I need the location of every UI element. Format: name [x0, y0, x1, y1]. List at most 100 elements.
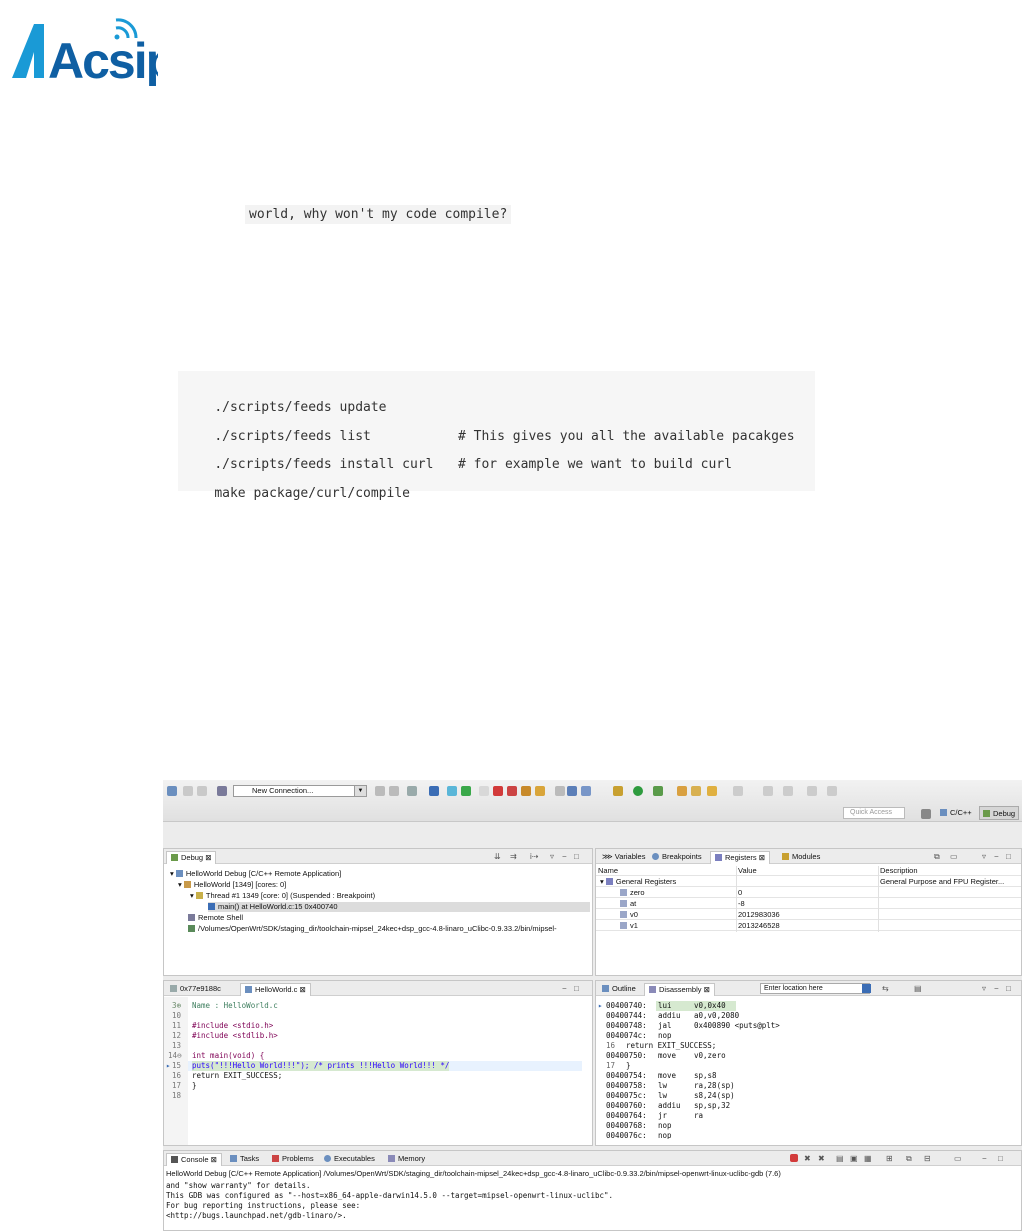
remove-all-icon[interactable]: ✖ [818, 1154, 825, 1163]
disconnect-icon[interactable] [375, 786, 385, 796]
minimize-icon[interactable]: − [562, 852, 567, 861]
code-line[interactable]: #include <stdio.h> [192, 1021, 273, 1031]
maximize-icon[interactable]: □ [998, 1154, 1003, 1163]
tab-memory[interactable]: Memory [384, 1153, 429, 1166]
tree-item[interactable]: ▾ HelloWorld Debug [C/C++ Remote Applica… [170, 869, 341, 879]
step-mode-icon[interactable]: ⇉ [510, 852, 517, 861]
tree-item-selected[interactable]: main() at HelloWorld.c:15 0x400740 [208, 902, 590, 912]
perspective-cc-button[interactable]: C/C++ [937, 806, 975, 820]
scroll-lock-icon[interactable]: ▣ [850, 1154, 858, 1163]
remove-launch-icon[interactable]: ✖ [804, 1154, 811, 1163]
save-all-icon[interactable] [197, 786, 207, 796]
tab-disassembly[interactable]: Disassembly ⊠ [644, 983, 715, 996]
connect-icon[interactable] [389, 786, 399, 796]
code-line[interactable]: } [192, 1081, 197, 1091]
search-icon[interactable] [707, 786, 717, 796]
column-name[interactable]: Name [598, 866, 618, 876]
tree-item[interactable]: /Volumes/OpenWrt/SDK/staging_dir/toolcha… [188, 924, 592, 934]
debug-save-icon[interactable] [429, 786, 439, 796]
new-console-icon[interactable]: ▭ [954, 1154, 962, 1163]
resume-icon[interactable] [461, 786, 471, 796]
disasm-line[interactable]: 00400760: [606, 1101, 647, 1111]
link-with-editor-icon[interactable]: ⇆ [882, 984, 889, 993]
tree-item[interactable]: ▾ HelloWorld [1349] [cores: 0] [178, 880, 286, 890]
disconnect-debug-icon[interactable] [507, 786, 517, 796]
terminal-icon[interactable] [217, 786, 227, 796]
maximize-icon[interactable]: □ [574, 852, 579, 861]
tab-debug[interactable]: Debug ⊠ [166, 851, 217, 864]
location-dropdown-icon[interactable] [862, 984, 871, 993]
tab-modules[interactable]: Modules [778, 851, 824, 864]
save-icon[interactable] [183, 786, 193, 796]
skip-breakpoints-icon[interactable] [447, 786, 457, 796]
tab-registers[interactable]: Registers ⊠ [710, 851, 771, 864]
disasm-line[interactable]: 0040075c: [606, 1091, 647, 1101]
disasm-line[interactable]: 00400750: [606, 1051, 647, 1061]
nav-forward-icon[interactable] [783, 786, 793, 796]
tab-address-file[interactable]: 0x77e9188c [166, 983, 225, 996]
disasm-line[interactable]: 00400748: [606, 1021, 647, 1031]
gear-icon[interactable] [613, 786, 623, 796]
code-line[interactable]: return EXIT_SUCCESS; [192, 1071, 282, 1081]
step-return-icon[interactable] [555, 786, 565, 796]
instruction-step-icon[interactable] [567, 786, 577, 796]
quick-access-input[interactable]: Quick Access [843, 807, 905, 819]
nav-back-icon[interactable] [763, 786, 773, 796]
column-description[interactable]: Description [880, 866, 918, 876]
build-icon[interactable] [407, 786, 417, 796]
table-row[interactable]: v0 2012983036 [596, 910, 1021, 920]
step-over-icon[interactable] [535, 786, 545, 796]
step-into-icon[interactable] [521, 786, 531, 796]
format-icon[interactable]: ▭ [950, 852, 958, 861]
new-icon[interactable] [167, 786, 177, 796]
suspend-icon[interactable] [479, 786, 489, 796]
minimize-icon[interactable]: − [994, 984, 999, 993]
view-menu-icon[interactable]: ▿ [982, 852, 986, 861]
perspective-debug-button[interactable]: Debug [979, 806, 1020, 820]
column-value[interactable]: Value [738, 866, 757, 876]
disasm-line[interactable]: 0040076c: [606, 1131, 647, 1139]
tab-helloworld-c[interactable]: HelloWorld.c ⊠ [240, 983, 311, 996]
maximize-icon[interactable]: □ [574, 984, 579, 993]
tree-item[interactable]: ▾ Thread #1 1349 [core: 0] (Suspended : … [190, 891, 375, 901]
last-edit-icon[interactable] [807, 786, 817, 796]
tree-item[interactable]: Remote Shell [188, 913, 243, 923]
open-perspective-icon[interactable] [921, 809, 931, 819]
tab-tasks[interactable]: Tasks [226, 1153, 263, 1166]
minimize-icon[interactable]: − [994, 852, 999, 861]
disasm-line[interactable]: 00400744: [606, 1011, 647, 1021]
history-icon[interactable] [827, 786, 837, 796]
drop-frame-icon[interactable] [581, 786, 591, 796]
code-line[interactable]: #include <stdlib.h> [192, 1031, 278, 1041]
open-task-icon[interactable] [691, 786, 701, 796]
tab-breakpoints[interactable]: Breakpoints [648, 851, 706, 864]
maximize-icon[interactable]: □ [1006, 984, 1011, 993]
layout-icon[interactable]: ⧉ [934, 852, 940, 862]
location-input[interactable]: Enter location here [760, 983, 870, 994]
open-console-icon[interactable]: ⊟ [924, 1154, 931, 1163]
tab-console[interactable]: Console ⊠ [166, 1153, 222, 1166]
view-menu-icon[interactable]: ▿ [550, 852, 554, 861]
tab-problems[interactable]: Problems [268, 1153, 318, 1166]
annotation-icon[interactable] [733, 786, 743, 796]
tab-variables[interactable]: ⋙ Variables [598, 851, 649, 864]
disasm-line[interactable]: 00400754: [606, 1071, 647, 1081]
clear-console-icon[interactable]: ▤ [836, 1154, 844, 1163]
table-row[interactable]: ▾ General Registers General Purpose and … [596, 877, 1021, 887]
disasm-line[interactable]: 00400740: [606, 1001, 647, 1011]
table-row[interactable]: v1 2013246528 [596, 921, 1021, 931]
display-selected-icon[interactable]: ⧉ [906, 1154, 912, 1164]
code-line[interactable]: Name : HelloWorld.c [192, 1001, 278, 1011]
connection-select[interactable]: New Connection... ▼ [233, 785, 367, 797]
table-row[interactable]: zero 0 [596, 888, 1021, 898]
instruction-mode-icon[interactable]: i⇢ [530, 852, 538, 861]
word-wrap-icon[interactable]: ▦ [864, 1154, 872, 1163]
tab-executables[interactable]: Executables [320, 1153, 379, 1166]
show-source-icon[interactable]: ▤ [914, 984, 922, 993]
disasm-line[interactable]: 00400764: [606, 1111, 647, 1121]
open-type-icon[interactable] [677, 786, 687, 796]
pin-console-icon[interactable]: ⊞ [886, 1154, 893, 1163]
maximize-icon[interactable]: □ [1006, 852, 1011, 861]
code-line-current[interactable]: puts("!!!Hello World!!!"); /* prints !!!… [192, 1061, 450, 1071]
collapse-all-icon[interactable]: ⇊ [494, 852, 501, 861]
